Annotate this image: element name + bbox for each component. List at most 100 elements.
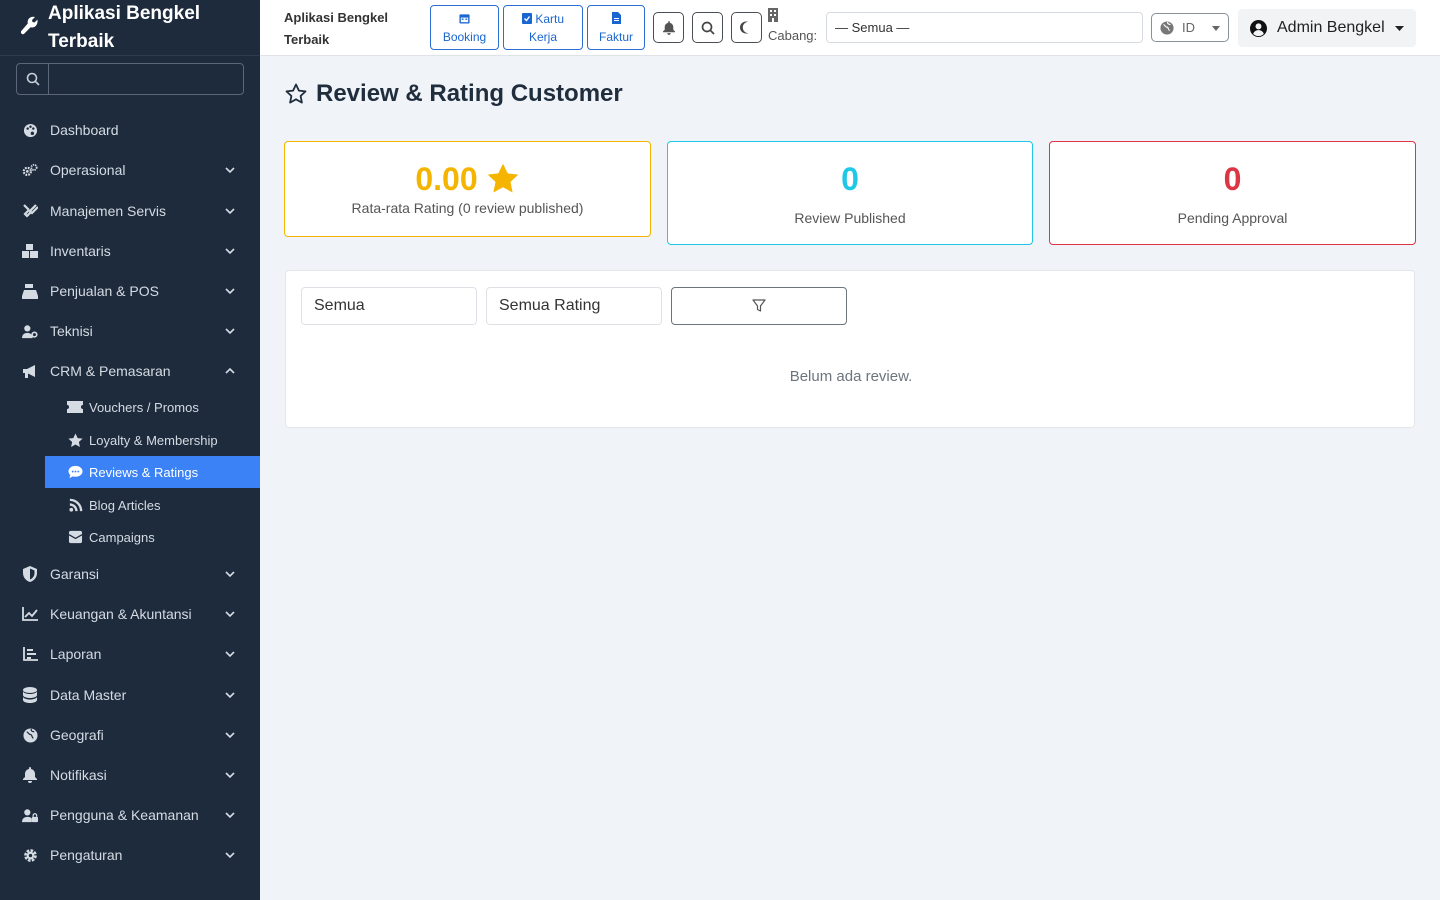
chevron-down-icon — [224, 648, 236, 660]
chevron-down-icon — [224, 729, 236, 741]
chevron-down-icon — [224, 245, 236, 257]
calendar-icon — [459, 13, 470, 24]
chevron-down-icon — [224, 568, 236, 580]
search-button[interactable] — [692, 12, 723, 43]
avg-rating-card: 0.00 Rata-rata Rating (0 review publishe… — [284, 141, 651, 237]
empty-state-text: Belum ada review. — [789, 368, 913, 385]
sidebar-item-pengaturan[interactable]: Pengaturan — [0, 835, 260, 875]
sidebar-item-label: Geografi — [50, 727, 104, 743]
faktur-button[interactable]: Faktur — [587, 5, 645, 50]
sidebar-item-garansi[interactable]: Garansi — [0, 554, 260, 594]
sidebar-item-label: Pengaturan — [50, 847, 123, 863]
sidebar-item-teknisi[interactable]: Teknisi — [0, 311, 260, 351]
sidebar-item-notifikasi[interactable]: Notifikasi — [0, 755, 260, 795]
sidebar-subitem-reviews[interactable]: Reviews & Ratings — [45, 456, 260, 488]
bell-icon — [22, 767, 38, 783]
chevron-down-icon — [224, 849, 236, 861]
user-name: Admin Bengkel — [1277, 19, 1385, 36]
shield-icon — [22, 566, 38, 582]
sidebar-subitem-loyalty[interactable]: Loyalty & Membership — [45, 424, 260, 456]
sidebar-item-penjualan-pos[interactable]: Penjualan & POS — [0, 271, 260, 311]
user-gear-icon — [22, 323, 38, 339]
sidebar-item-pengguna-keamanan[interactable]: Pengguna & Keamanan — [0, 795, 260, 835]
pending-label: Pending Approval — [1177, 210, 1288, 226]
ticket-icon — [67, 399, 83, 415]
chevron-down-icon — [224, 809, 236, 821]
star-outline-icon — [284, 82, 308, 106]
bell-icon — [662, 20, 675, 35]
review-panel: Semua Semua Rating Belum ada review. — [285, 270, 1415, 428]
sidebar-item-operasional[interactable]: Operasional — [0, 150, 260, 190]
sidebar-item-inventaris[interactable]: Inventaris — [0, 231, 260, 271]
sidebar-subitem-blog[interactable]: Blog Articles — [45, 489, 260, 521]
notification-button[interactable] — [653, 12, 684, 43]
published-label: Review Published — [794, 210, 906, 226]
sidebar-subitem-campaigns[interactable]: Campaigns — [45, 521, 260, 553]
sidebar-item-label: Penjualan & POS — [50, 283, 159, 299]
booking-button[interactable]: Booking — [430, 5, 499, 50]
bullhorn-icon — [22, 363, 38, 379]
brand[interactable]: Aplikasi Bengkel Terbaik — [0, 0, 260, 56]
globe-icon — [1160, 20, 1174, 35]
blog-icon — [67, 497, 83, 513]
rating-filter-select[interactable]: Semua Rating — [486, 287, 662, 325]
cabang-select[interactable]: — Semua — — [826, 12, 1143, 43]
language-select[interactable]: ID — [1151, 13, 1229, 42]
database-icon — [22, 687, 38, 703]
sidebar-item-data-master[interactable]: Data Master — [0, 675, 260, 715]
avg-rating-value: 0.00 — [415, 161, 478, 197]
booking-label: Booking — [442, 30, 487, 44]
chart-bar-icon — [22, 646, 38, 662]
sidebar-item-label: Manajemen Servis — [50, 203, 166, 219]
sidebar-item-dashboard[interactable]: Dashboard — [0, 110, 260, 150]
chevron-down-icon — [224, 689, 236, 701]
user-circle-icon — [1250, 19, 1267, 37]
sidebar-item-label: Keuangan & Akuntansi — [50, 606, 192, 622]
star-icon — [486, 163, 520, 195]
sidebar-search-input[interactable] — [49, 64, 243, 94]
chevron-up-icon — [224, 365, 236, 377]
sidebar-search[interactable] — [16, 63, 244, 95]
filter-icon — [752, 299, 766, 313]
user-menu[interactable]: Admin Bengkel — [1238, 9, 1416, 47]
sidebar-item-label: Dashboard — [50, 122, 119, 138]
sidebar-item-crm-pemasaran[interactable]: CRM & Pemasaran — [0, 351, 260, 391]
sidebar-item-keuangan[interactable]: Keuangan & Akuntansi — [0, 594, 260, 634]
globe-icon — [22, 727, 38, 743]
filter-button[interactable] — [671, 287, 847, 325]
sidebar-item-manajemen-servis[interactable]: Manajemen Servis — [0, 191, 260, 231]
comment-icon — [67, 464, 83, 480]
chevron-down-icon — [224, 769, 236, 781]
kartu-label: Kartu — [535, 12, 565, 26]
cash-register-icon — [22, 283, 38, 299]
sidebar-item-label: Garansi — [50, 566, 100, 582]
boxes-icon — [22, 243, 38, 259]
sidebar-item-label: Inventaris — [50, 243, 111, 259]
sidebar-item-geografi[interactable]: Geografi — [0, 715, 260, 755]
kerja-label: Kerja — [528, 30, 557, 44]
palette-icon — [22, 122, 38, 138]
sidebar-subitem-label: Vouchers / Promos — [89, 399, 199, 415]
user-lock-icon — [22, 807, 38, 823]
mail-bulk-icon — [67, 529, 83, 545]
topbar-title: Aplikasi Bengkel Terbaik — [284, 10, 389, 47]
sidebar-item-label: Teknisi — [50, 323, 93, 339]
sidebar-subitem-label: Loyalty & Membership — [89, 432, 218, 448]
dark-mode-button[interactable] — [731, 12, 762, 43]
sidebar-subitem-vouchers[interactable]: Vouchers / Promos — [45, 391, 260, 423]
file-invoice-icon — [611, 12, 621, 24]
kartu-kerja-button[interactable]: Kartu Kerja — [503, 5, 583, 50]
brand-title: Aplikasi Bengkel Terbaik — [48, 3, 201, 52]
sidebar-subitem-label: Campaigns — [89, 529, 155, 545]
published-card: 0 Review Published — [667, 141, 1033, 245]
page-title-text: Review & Rating Customer — [316, 80, 623, 107]
sidebar-subitem-label: Blog Articles — [89, 497, 161, 513]
sidebar-item-laporan[interactable]: Laporan — [0, 634, 260, 674]
tools-icon — [22, 203, 38, 219]
clipboard-check-icon — [521, 12, 532, 24]
status-filter-select[interactable]: Semua — [301, 287, 477, 325]
building-icon — [768, 8, 817, 26]
cabang-label: Cabang: — [768, 28, 818, 43]
chevron-down-icon — [224, 285, 236, 297]
sidebar-item-label: Operasional — [50, 162, 126, 178]
